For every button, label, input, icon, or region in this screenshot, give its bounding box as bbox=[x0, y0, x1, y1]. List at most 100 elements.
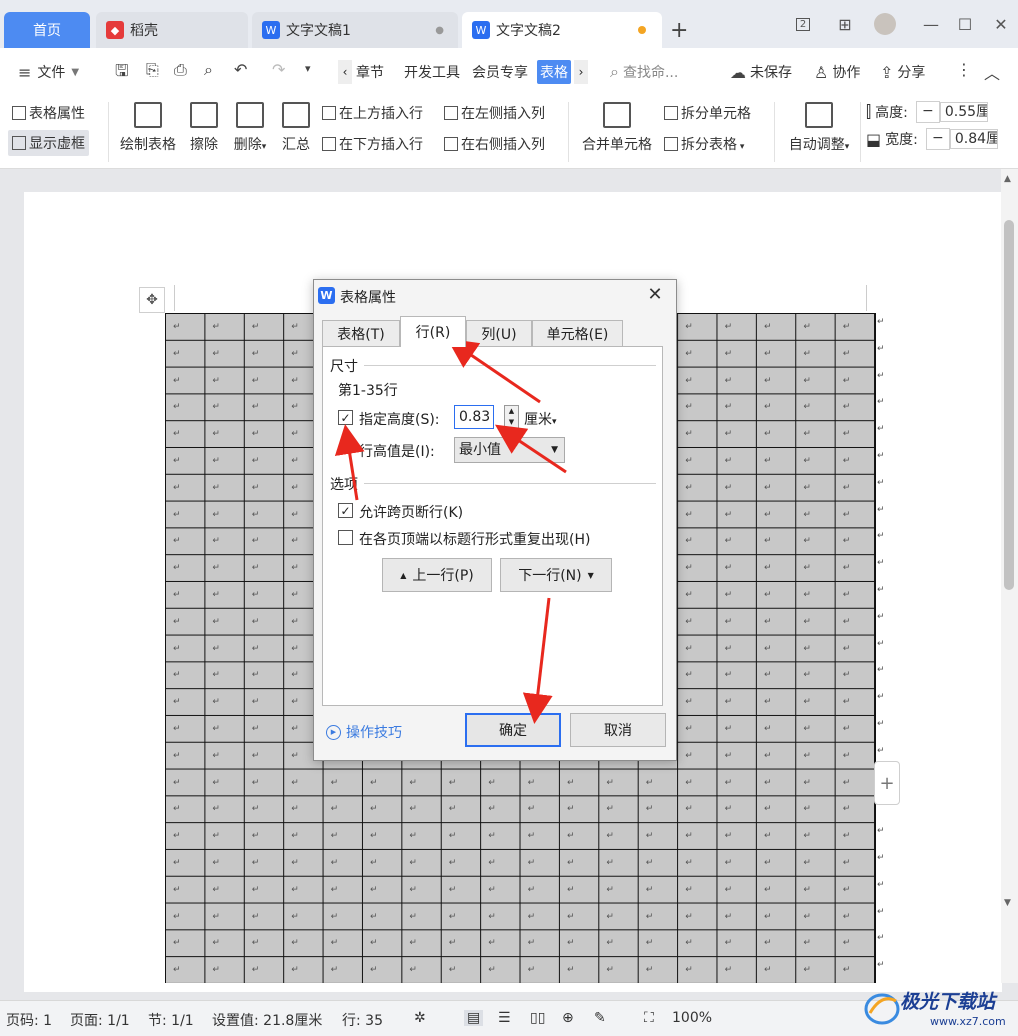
export-icon[interactable]: ⎘ bbox=[146, 60, 159, 80]
collab-button[interactable]: ♙ 协作 bbox=[814, 62, 860, 82]
more-icon[interactable]: ⋮ bbox=[956, 60, 972, 79]
width-decrease-button[interactable]: − bbox=[925, 128, 950, 150]
summary-button[interactable]: 汇总 bbox=[279, 102, 313, 154]
paragraph-mark: ↵ bbox=[173, 429, 181, 440]
row-height-spinner[interactable]: ▲ ▼ bbox=[504, 405, 519, 429]
insert-below-icon bbox=[322, 137, 336, 151]
pen-icon[interactable]: ✎ bbox=[594, 1010, 606, 1026]
print-preview-icon[interactable]: ⌕ bbox=[204, 60, 213, 80]
insert-row-below-button[interactable]: 在下方插入行 bbox=[322, 134, 423, 154]
window-count-icon[interactable]: 2 bbox=[788, 10, 818, 38]
grid-icon[interactable]: ⊞ bbox=[830, 10, 860, 38]
label: 删除 bbox=[233, 137, 262, 153]
paragraph-mark: ↵ bbox=[527, 777, 536, 788]
paragraph-mark: ↵ bbox=[291, 911, 299, 922]
specify-height-checkbox[interactable]: ✓ bbox=[338, 410, 353, 425]
insert-above-icon bbox=[322, 106, 336, 120]
previous-row-button[interactable]: ▲ 上一行(P) bbox=[382, 558, 492, 592]
file-menu[interactable]: ≡ 文件 ▼ bbox=[18, 62, 79, 82]
allow-break-checkbox[interactable]: ✓ bbox=[338, 503, 353, 518]
scroll-left-icon[interactable]: ‹ bbox=[338, 60, 352, 84]
page-view-icon[interactable]: ▤ bbox=[464, 1010, 484, 1026]
label: 上一行(P) bbox=[412, 568, 474, 584]
paragraph-mark: ↵ bbox=[685, 348, 693, 359]
next-row-button[interactable]: 下一行(N) ▼ bbox=[500, 558, 612, 592]
unit-dropdown[interactable]: 厘米▾ bbox=[524, 409, 557, 429]
tab-row[interactable]: 行(R) bbox=[400, 316, 466, 347]
tab-close-icon[interactable]: ● bbox=[435, 25, 444, 36]
maximize-icon[interactable]: ☐ bbox=[950, 10, 980, 38]
insert-col-left-button[interactable]: 在左侧插入列 bbox=[444, 103, 545, 123]
scrollbar-thumb[interactable] bbox=[1004, 220, 1014, 590]
tab-column[interactable]: 列(U) bbox=[466, 320, 532, 346]
split-cells-button[interactable]: 拆分单元格 bbox=[664, 103, 751, 123]
close-icon[interactable]: ✕ bbox=[986, 10, 1016, 38]
add-column-icon[interactable]: + bbox=[874, 761, 900, 805]
tab-cell[interactable]: 单元格(E) bbox=[532, 320, 623, 346]
auto-adjust-button[interactable]: 自动调整▾ bbox=[783, 102, 855, 154]
menu-member[interactable]: 会员专享 bbox=[472, 62, 528, 82]
insert-row-above-button[interactable]: 在上方插入行 bbox=[322, 103, 423, 123]
tab-table[interactable]: 表格(T) bbox=[322, 320, 400, 346]
undo-icon[interactable]: ↶ bbox=[234, 60, 247, 79]
paragraph-mark: ↵ bbox=[291, 750, 299, 761]
dialog-close-icon[interactable]: ✕ bbox=[645, 284, 665, 305]
scroll-down-icon[interactable]: ▼ bbox=[1004, 898, 1011, 908]
save-icon[interactable]: 🖫 bbox=[115, 60, 129, 87]
tab-daoke[interactable]: ◆ 稻壳 bbox=[96, 12, 248, 48]
fit-page-icon[interactable]: ⛶ bbox=[644, 1010, 654, 1026]
print-icon[interactable]: ⎙ bbox=[174, 60, 187, 80]
paragraph-mark: ↵ bbox=[488, 938, 496, 949]
scroll-up-icon[interactable]: ▲ bbox=[1004, 174, 1011, 184]
zoom-level[interactable]: 100% bbox=[672, 1010, 712, 1026]
insert-col-right-button[interactable]: 在右侧插入列 bbox=[444, 134, 545, 154]
draw-table-button[interactable]: 绘制表格 bbox=[117, 102, 179, 154]
paragraph-mark: ↵ bbox=[251, 965, 260, 976]
proofread-icon[interactable]: ✲ bbox=[414, 1010, 426, 1026]
read-view-icon[interactable]: ▯▯ bbox=[530, 1010, 545, 1026]
split-table-button[interactable]: 拆分表格 ▾ bbox=[664, 134, 744, 154]
more-dropdown-icon[interactable]: ▾ bbox=[305, 62, 311, 75]
label: 绘制表格 bbox=[120, 137, 176, 153]
row-height-mode-select[interactable]: 最小值 ▼ bbox=[454, 437, 565, 463]
height-decrease-button[interactable]: − bbox=[915, 101, 940, 123]
unsaved-button[interactable]: ☁ 未保存 bbox=[730, 62, 792, 82]
delete-button[interactable]: 删除▾ bbox=[228, 102, 272, 154]
row-height-input[interactable]: 0.83 bbox=[454, 405, 494, 429]
repeat-header-checkbox[interactable] bbox=[338, 530, 353, 545]
row-end-mark: ↵ bbox=[877, 692, 885, 703]
menu-chapter[interactable]: 章节 bbox=[356, 62, 384, 82]
redo-icon[interactable]: ↷ bbox=[272, 60, 285, 79]
show-virtual-border-button[interactable]: 显示虚框 bbox=[8, 130, 89, 156]
width-input[interactable]: 0.84厘 bbox=[949, 129, 998, 149]
menu-table[interactable]: 表格 bbox=[537, 60, 571, 84]
tab-home[interactable]: 首页 bbox=[4, 12, 90, 48]
paragraph-mark: ↵ bbox=[842, 831, 851, 842]
share-button[interactable]: ⇪ 分享 bbox=[880, 62, 925, 82]
paragraph-mark: ↵ bbox=[567, 965, 575, 976]
collapse-ribbon-icon[interactable]: ︿ bbox=[984, 60, 1000, 84]
tab-document-1[interactable]: W 文字文稿1 ● bbox=[252, 12, 458, 48]
ok-button[interactable]: 确定 bbox=[465, 713, 561, 747]
merge-cells-button[interactable]: 合并单元格 bbox=[578, 102, 656, 154]
watermark-url: www.xz7.com bbox=[930, 1015, 1006, 1028]
web-view-icon[interactable]: ⊕ bbox=[562, 1010, 574, 1026]
new-tab-icon[interactable]: + bbox=[670, 18, 688, 43]
cancel-button[interactable]: 取消 bbox=[570, 713, 666, 747]
scroll-right-icon[interactable]: › bbox=[574, 60, 588, 84]
paragraph-mark: ↵ bbox=[803, 536, 811, 547]
row-height-control: ⫿ 高度: − 0.55厘 bbox=[866, 101, 988, 123]
tab-document-2[interactable]: W 文字文稿2 bbox=[462, 12, 662, 48]
paragraph-mark: ↵ bbox=[173, 509, 181, 520]
outline-view-icon[interactable]: ☰ bbox=[498, 1010, 511, 1026]
tips-link[interactable]: ▶ 操作技巧 bbox=[326, 722, 402, 742]
table-move-handle-icon[interactable]: ✥ bbox=[139, 287, 165, 313]
avatar[interactable] bbox=[870, 10, 900, 38]
table-properties-button[interactable]: 表格属性 bbox=[12, 103, 85, 123]
erase-button[interactable]: 擦除 bbox=[186, 102, 222, 154]
menu-developer[interactable]: 开发工具 bbox=[404, 62, 460, 82]
height-input[interactable]: 0.55厘 bbox=[939, 102, 988, 122]
paragraph-mark: ↵ bbox=[251, 563, 260, 574]
minimize-icon[interactable]: — bbox=[916, 10, 946, 38]
search-box[interactable]: ⌕ 查找命... bbox=[610, 62, 678, 82]
